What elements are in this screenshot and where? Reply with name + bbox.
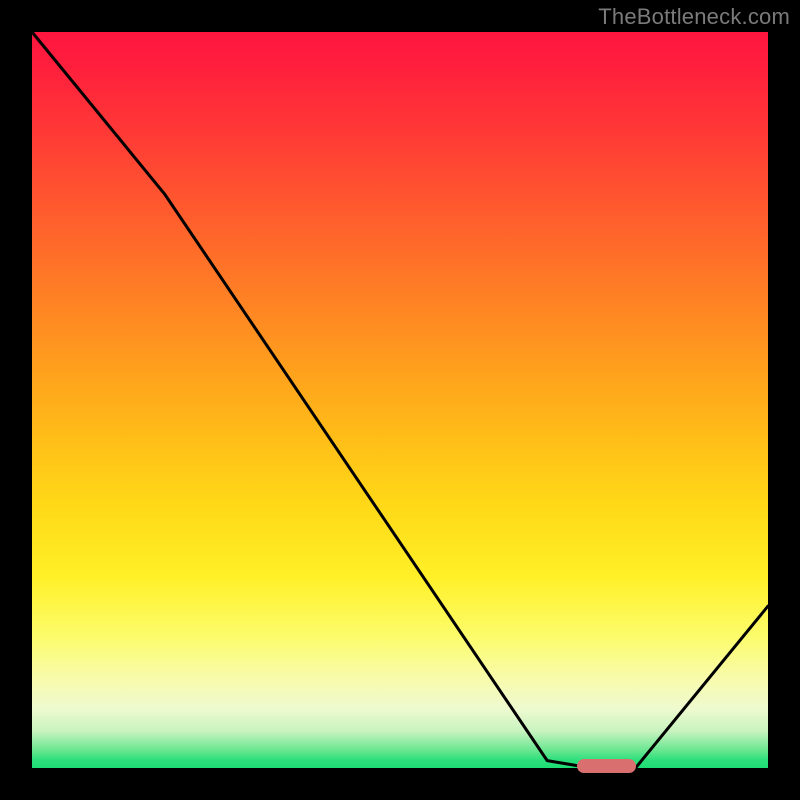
bottleneck-curve [32, 32, 768, 768]
optimal-marker [577, 759, 636, 773]
chart-frame: TheBottleneck.com [0, 0, 800, 800]
curve-layer [0, 0, 800, 800]
